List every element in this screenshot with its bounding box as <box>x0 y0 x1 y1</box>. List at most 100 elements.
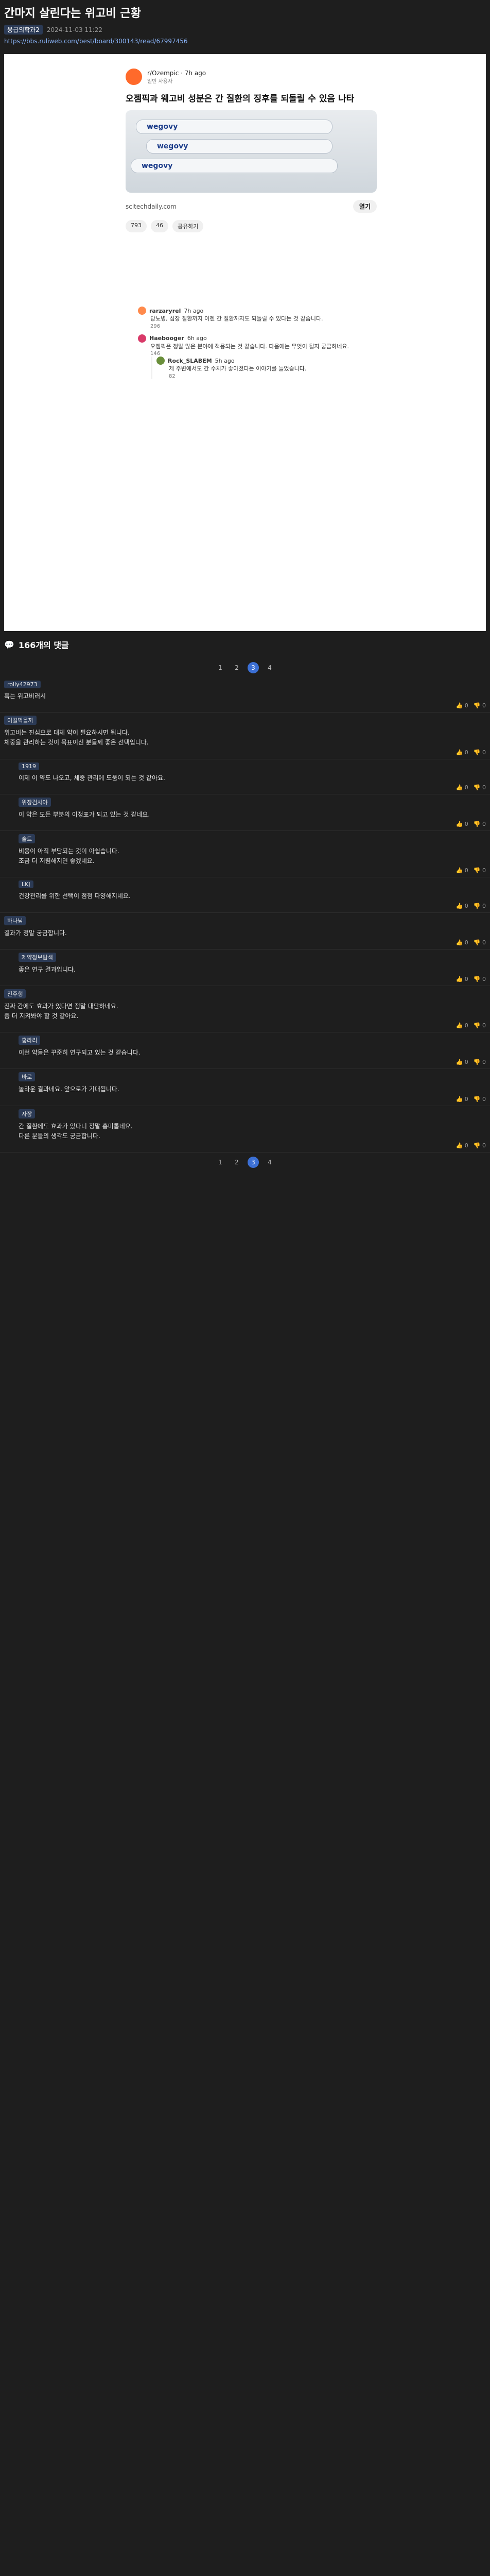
comment: 1919 이제 이 약도 나오고, 체중 관리에 도움이 되는 것 같아요. 👍… <box>0 759 490 794</box>
comment-header: 제약정보탐색 <box>19 952 486 962</box>
upvote-icon[interactable]: 👍 0 <box>456 1096 468 1103</box>
downvote-icon[interactable]: 👎 0 <box>474 1142 486 1149</box>
comment-nick[interactable]: 하나님 <box>4 916 26 925</box>
comment-nick[interactable]: 1919 <box>19 762 39 770</box>
reddit-votes[interactable]: 296 <box>150 324 160 329</box>
embed-source: 일반 사용자 <box>147 78 173 84</box>
page-1[interactable]: 1 <box>215 662 226 673</box>
comment-body: 건강관리를 위한 선택이 점점 다양해지네요. <box>19 892 131 900</box>
upvote-icon[interactable]: 👍 0 <box>456 702 468 709</box>
comment: 솔트 비용이 아직 부담되는 것이 아쉽습니다. 조금 더 저렴해지면 좋겠네요… <box>0 831 490 878</box>
comment-nick[interactable]: LKJ <box>19 880 33 889</box>
comment-votes: 👍 0 👎 0 <box>19 903 486 909</box>
comment-votes: 👍 0 👎 0 <box>19 821 486 827</box>
comment-votes: 👍 0 👎 0 <box>4 702 486 709</box>
upvote-count: 0 <box>464 820 468 827</box>
downvote-icon[interactable]: 👎 0 <box>474 1096 486 1103</box>
upvote-icon[interactable]: 👍 0 <box>456 1022 468 1029</box>
comment-header: 홍라리 <box>19 1036 486 1045</box>
comment-nick[interactable]: 솔트 <box>19 834 36 843</box>
reddit-comment: Haebooger 6h ago 오젬픽은 정말 많은 분야에 적용되는 것 같습… <box>138 334 385 379</box>
comment-chip[interactable]: 46 <box>151 220 168 232</box>
downvote-icon[interactable]: 👎 0 <box>474 976 486 982</box>
comment-nick[interactable]: 바로 <box>19 1072 36 1082</box>
comment-votes: 👍 0 👎 0 <box>19 1059 486 1065</box>
upvote-icon[interactable]: 👍 0 <box>456 749 468 756</box>
comment-body: 혹는 위고비러시 <box>4 692 46 700</box>
downvote-icon[interactable]: 👎 0 <box>474 749 486 756</box>
page-4[interactable]: 4 <box>264 1157 275 1168</box>
comment-header: rolly42973 <box>4 681 486 688</box>
pen-3: wegovy <box>131 159 338 173</box>
comment-nick[interactable]: 홍라리 <box>19 1036 41 1045</box>
post-title: 간마지 살린다는 위고비 근황 <box>4 7 141 20</box>
comment-nick[interactable]: 제약정보탐색 <box>19 952 56 962</box>
page-3[interactable]: 3 <box>248 662 259 673</box>
reddit-votes[interactable]: 82 <box>169 374 176 379</box>
share-chip[interactable]: 공유하기 <box>172 220 204 232</box>
downvote-icon[interactable]: 👎 0 <box>474 784 486 791</box>
reddit-time: 6h ago <box>187 335 207 342</box>
page-2[interactable]: 2 <box>231 662 242 673</box>
downvote-icon[interactable]: 👎 0 <box>474 821 486 827</box>
downvote-icon[interactable]: 👎 0 <box>474 939 486 946</box>
comment-body: 위고비는 진심으로 대체 약이 필요하시면 됩니다. 체중을 관리하는 것이 목… <box>4 729 149 747</box>
comment-body: 이 약은 모든 부분의 이정표가 되고 있는 것 같네요. <box>19 810 150 818</box>
embed-title[interactable]: 오젬픽과 웨고비 성분은 간 질환의 징후를 되돌릴 수 있음 나타 <box>117 88 385 107</box>
upvote-icon[interactable]: 👍 0 <box>456 976 468 982</box>
embed-header: r/Ozempic · 7h ago 일반 사용자 <box>117 61 385 88</box>
upvote-icon[interactable]: 👍 0 <box>456 867 468 874</box>
downvote-icon[interactable]: 👎 0 <box>474 903 486 909</box>
reddit-user[interactable]: rarzaryrel <box>149 308 181 314</box>
comment: 자장 간 질환에도 효과가 있다니 정말 흥미롭네요. 다른 분들의 생각도 궁… <box>0 1106 490 1153</box>
reddit-user[interactable]: Haebooger <box>149 335 184 342</box>
page-2[interactable]: 2 <box>231 1157 242 1168</box>
reddit-user[interactable]: Rock_SLABEM <box>168 358 212 364</box>
comment-header: 자장 <box>19 1109 486 1118</box>
upvote-count: 0 <box>464 784 468 791</box>
upvote-icon[interactable]: 👍 0 <box>456 903 468 909</box>
page-3[interactable]: 3 <box>248 1157 259 1168</box>
comment-body: 진짜 간에도 효과가 있다면 정말 대단하네요. 좀 더 지켜봐야 할 것 같아… <box>4 1002 118 1020</box>
page-1[interactable]: 1 <box>215 1157 226 1168</box>
upvote-icon[interactable]: 👍 0 <box>456 1059 468 1065</box>
pagination-top: 1 2 3 4 <box>0 658 490 677</box>
comment-header: 솔트 <box>19 834 486 843</box>
comment-votes: 👍 0 👎 0 <box>19 1096 486 1103</box>
comment-body: 놀라운 결과네요. 앞으로가 기대됩니다. <box>19 1086 119 1093</box>
comment-body: 간 질환에도 효과가 있다니 정말 흥미롭네요. 다른 분들의 생각도 궁금합니… <box>19 1122 133 1140</box>
embed-card[interactable]: r/Ozempic · 7h ago 일반 사용자 오젬픽과 웨고비 성분은 간… <box>117 61 385 288</box>
downvote-icon[interactable]: 👎 0 <box>474 867 486 874</box>
open-button[interactable]: 열기 <box>353 200 377 213</box>
post-source-link[interactable]: https://bbs.ruliweb.com/best/board/30014… <box>4 38 486 45</box>
comment-body: 좋은 연구 결과입니다. <box>19 965 76 973</box>
post-author[interactable]: 응급의학과2 <box>4 25 43 35</box>
embed-subreddit[interactable]: r/Ozempic · 7h ago <box>147 70 206 77</box>
comment: 홍라리 이런 약들은 꾸준히 연구되고 있는 것 같습니다. 👍 0 👎 0 <box>0 1032 490 1070</box>
pen-2: wegovy <box>146 139 332 154</box>
embed-site[interactable]: scitechdaily.com <box>126 203 177 210</box>
comment-nick[interactable]: 자장 <box>19 1109 36 1118</box>
comment: LKJ 건강관리를 위한 선택이 점점 다양해지네요. 👍 0 👎 0 <box>0 877 490 913</box>
comment-nick[interactable]: 위장검사야 <box>19 797 51 807</box>
upvote-chip[interactable]: 793 <box>126 220 147 232</box>
reddit-time: 7h ago <box>184 307 204 314</box>
downvote-icon[interactable]: 👎 0 <box>474 1022 486 1029</box>
downvote-icon[interactable]: 👎 0 <box>474 1059 486 1065</box>
downvote-icon[interactable]: 👎 0 <box>474 702 486 709</box>
comment-nick[interactable]: 진주행 <box>4 989 26 998</box>
pen-1: wegovy <box>136 120 332 134</box>
downvote-count: 0 <box>482 975 486 982</box>
page-4[interactable]: 4 <box>264 662 275 673</box>
comment-nick[interactable]: 이걸먹을까 <box>4 716 37 725</box>
upvote-icon[interactable]: 👍 0 <box>456 939 468 946</box>
upvote-count: 0 <box>464 1095 468 1103</box>
reddit-comments: rarzaryrel 7h ago 당뇨병, 심장 질환까지 이젠 간 질환까지도… <box>138 301 385 384</box>
reddit-votes[interactable]: 146 <box>150 351 160 357</box>
comments-count: 166개의 댓글 <box>18 640 69 650</box>
comment-nick[interactable]: rolly42973 <box>4 681 41 688</box>
upvote-icon[interactable]: 👍 0 <box>456 821 468 827</box>
upvote-icon[interactable]: 👍 0 <box>456 1142 468 1149</box>
embed-image[interactable]: wegovy wegovy wegovy <box>126 110 377 193</box>
upvote-icon[interactable]: 👍 0 <box>456 784 468 791</box>
